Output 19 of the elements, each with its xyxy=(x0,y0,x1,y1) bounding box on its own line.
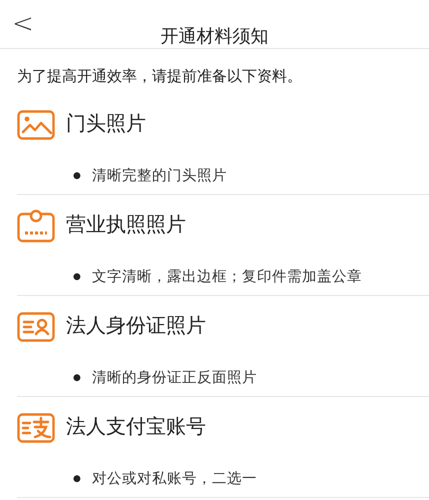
bullet: ● xyxy=(73,170,81,183)
bullet: ● xyxy=(73,473,81,486)
page-title: 开通材料须知 xyxy=(160,25,270,48)
back-button[interactable]: < xyxy=(0,11,34,37)
account-icon xyxy=(17,413,55,443)
item-note: 清晰的身份证正反面照片 xyxy=(92,369,257,388)
item-title: 门头照片 xyxy=(66,111,146,135)
item-title: 法人支付宝账号 xyxy=(66,414,206,438)
bullet: ● xyxy=(73,271,81,284)
image-icon xyxy=(17,110,55,140)
item-note: 对公或对私账号，二选一 xyxy=(92,470,257,489)
item-title: 法人身份证照片 xyxy=(66,313,206,337)
id-card-icon xyxy=(17,312,55,342)
bullet: ● xyxy=(73,372,81,385)
intro-text: 为了提高开通效率，请提前准备以下资料。 xyxy=(17,67,302,85)
certificate-icon xyxy=(17,209,55,243)
item-note: 文字清晰，露出边框；复印件需加盖公章 xyxy=(92,268,362,287)
item-note: 清晰完整的门头照片 xyxy=(92,166,227,186)
item-title: 营业执照照片 xyxy=(66,212,186,236)
